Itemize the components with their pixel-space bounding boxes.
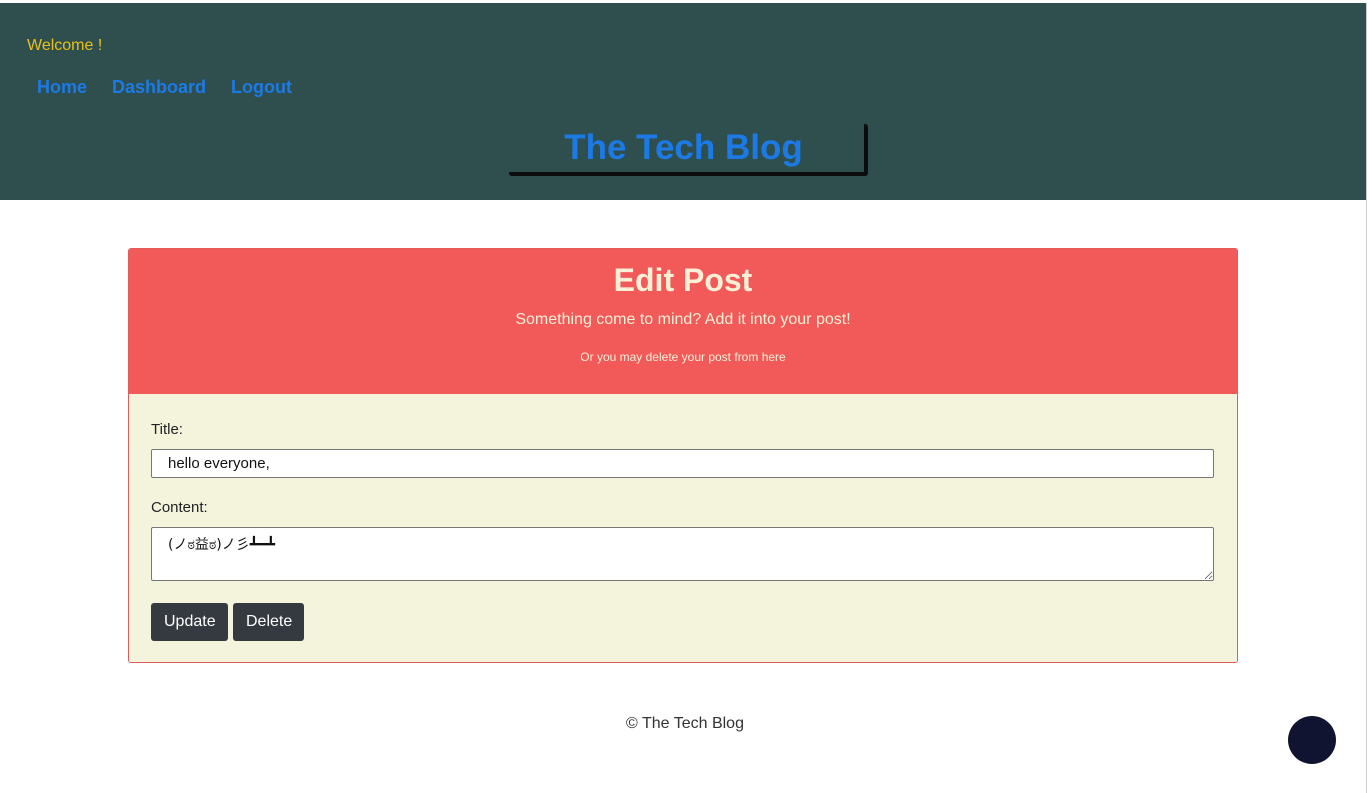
footer-copyright: © The Tech Blog: [626, 715, 744, 732]
floating-action-button[interactable]: [1288, 716, 1336, 764]
edit-post-card: Edit Post Something come to mind? Add it…: [128, 248, 1238, 663]
edit-post-header: Edit Post Something come to mind? Add it…: [129, 249, 1237, 394]
welcome-text: Welcome !: [27, 37, 103, 54]
main-nav: Home Dashboard Logout: [37, 77, 292, 98]
edit-post-title: Edit Post: [613, 262, 753, 298]
nav-home-link[interactable]: Home: [37, 77, 87, 98]
title-input[interactable]: [151, 449, 1214, 478]
title-label: Title:: [151, 421, 183, 438]
content-textarea[interactable]: (ノಠ益ಠ)ノ彡┻━┻: [151, 527, 1214, 581]
site-header: Welcome ! Home Dashboard Logout The Tech…: [0, 3, 1370, 200]
content-label: Content:: [151, 499, 208, 516]
delete-button[interactable]: Delete: [233, 603, 304, 641]
page-scrollbar[interactable]: [1366, 3, 1370, 793]
edit-post-form: Title: Content: (ノಠ益ಠ)ノ彡┻━┻ Update Delet…: [129, 394, 1237, 662]
site-title: The Tech Blog: [564, 128, 803, 167]
nav-logout-link[interactable]: Logout: [231, 77, 292, 98]
edit-post-note: Or you may delete your post from here: [580, 350, 786, 364]
update-button[interactable]: Update: [151, 603, 228, 641]
nav-dashboard-link[interactable]: Dashboard: [112, 77, 206, 98]
edit-post-subtitle: Something come to mind? Add it into your…: [515, 311, 851, 328]
